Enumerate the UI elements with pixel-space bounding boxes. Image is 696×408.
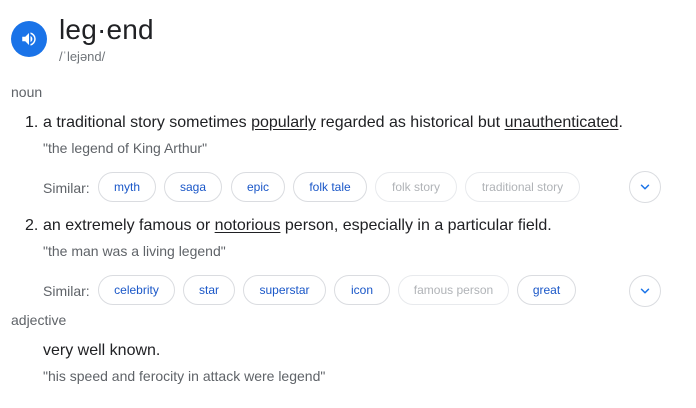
similar-chip-myth[interactable]: myth: [98, 172, 156, 202]
similar-chip-great[interactable]: great: [517, 275, 576, 305]
phonetic-spelling: /ˈlejənd/: [59, 49, 106, 64]
definition-text: .: [618, 114, 623, 131]
definition: an extremely famous or notorious person,…: [43, 216, 552, 236]
sense-number: 2.: [25, 217, 39, 234]
part-of-speech-noun: noun: [11, 84, 43, 100]
definition-text: regarded as historical but: [316, 114, 505, 131]
chevron-down-icon: [640, 184, 650, 190]
definition-text: person, especially in a particular field…: [280, 217, 552, 234]
similar-chip-traditional-story: traditional story: [465, 172, 580, 202]
speaker-button[interactable]: [11, 21, 47, 57]
part-of-speech-adjective: adjective: [11, 312, 67, 328]
similar-chip-icon[interactable]: icon: [334, 275, 390, 305]
expand-similar-button[interactable]: [629, 275, 661, 307]
similar-chip-star[interactable]: star: [183, 275, 235, 305]
sense-number: 1.: [25, 114, 39, 131]
example-sentence: "the man was a living legend": [43, 243, 226, 259]
similar-chip-superstar[interactable]: superstar: [243, 275, 326, 305]
similar-chip-celebrity[interactable]: celebrity: [98, 275, 175, 305]
definition-link-notorious[interactable]: notorious: [215, 217, 281, 234]
definition-text: a traditional story sometimes: [43, 114, 252, 131]
definition: very well known.: [43, 342, 161, 359]
definition-text: an extremely famous or: [43, 217, 215, 234]
chevron-down-icon: [640, 288, 650, 294]
similar-chip-folk-story: folk story: [375, 172, 457, 202]
similar-label: Similar:: [43, 283, 90, 299]
similar-label: Similar:: [43, 180, 90, 196]
headword: leg·end: [59, 14, 154, 45]
example-sentence: "his speed and ferocity in attack were l…: [43, 368, 326, 384]
similar-chip-saga[interactable]: saga: [164, 172, 222, 202]
definition-link-popularly[interactable]: popularly: [251, 114, 316, 131]
volume-up-icon: [22, 32, 36, 46]
expand-similar-button[interactable]: [629, 171, 661, 203]
example-sentence: "the legend of King Arthur": [43, 140, 208, 156]
similar-chip-folk-tale[interactable]: folk tale: [293, 172, 367, 202]
definition-link-unauthenticated[interactable]: unauthenticated: [505, 114, 619, 131]
definition: a traditional story sometimes popularly …: [43, 113, 623, 133]
similar-chip-epic[interactable]: epic: [231, 172, 285, 202]
similar-chip-famous-person: famous person: [398, 275, 509, 305]
